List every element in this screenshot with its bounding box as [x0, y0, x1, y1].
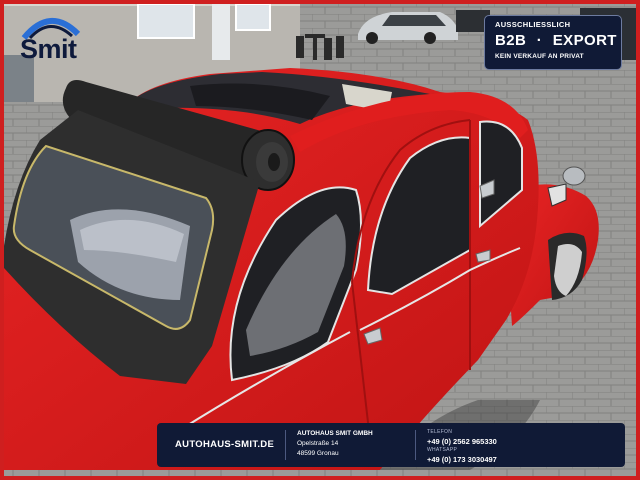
footer-divider: [285, 430, 286, 460]
badge-main-text: B2B · EXPORT: [495, 32, 616, 49]
badge-bottom-text: KEIN VERKAUF AN PRIVAT: [495, 53, 584, 60]
whatsapp-label: WHATSAPP: [427, 447, 458, 453]
company-street: Opelstraße 14: [297, 440, 339, 447]
phone-label: TELEFON: [427, 429, 453, 435]
badge-separator: ·: [536, 32, 543, 49]
contact-footer: AUTOHAUS-SMIT.DE AUTOHAUS SMIT GMBH Opel…: [157, 423, 625, 467]
company-city: 48599 Gronau: [297, 450, 339, 457]
car-photo: [0, 0, 640, 480]
badge-export: EXPORT: [552, 32, 617, 49]
phone-number[interactable]: +49 (0) 2562 965330: [427, 437, 497, 446]
company-address: AUTOHAUS SMIT GMBH Opelstraße 14 48599 G…: [297, 429, 373, 459]
smit-logo: Smit: [14, 10, 94, 64]
wing-mirror: [562, 166, 586, 186]
logo-wordmark: Smit: [20, 34, 77, 64]
contact-numbers: TELEFON +49 (0) 2562 965330 WHATSAPP +49…: [427, 428, 497, 464]
whatsapp-number[interactable]: +49 (0) 173 3030497: [427, 455, 497, 464]
b2b-export-badge: AUSSCHLIESSLICH B2B · EXPORT KEIN VERKAU…: [484, 15, 622, 70]
badge-top-text: AUSSCHLIESSLICH: [495, 20, 571, 29]
badge-b2b: B2B: [495, 32, 527, 49]
footer-divider: [415, 430, 416, 460]
company-name: AUTOHAUS SMIT GMBH: [297, 430, 373, 437]
website-link[interactable]: AUTOHAUS-SMIT.DE: [175, 439, 274, 450]
